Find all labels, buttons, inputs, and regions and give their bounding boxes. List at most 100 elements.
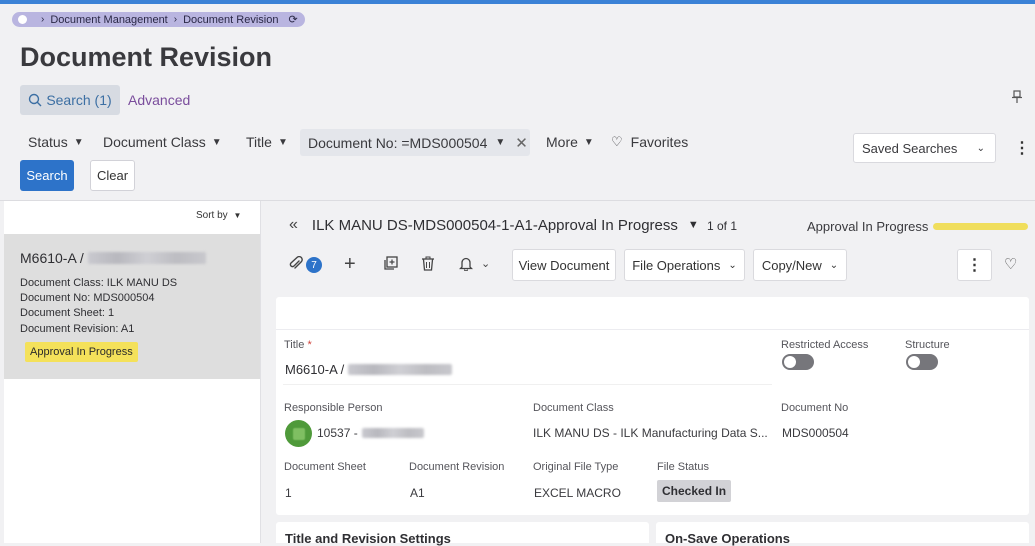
search-icon [29,93,42,107]
document-sheet-label: Document Sheet [284,461,366,473]
title-field-value: M6610-A / [285,361,345,377]
caret-down-icon: ▼ [73,136,84,148]
document-no-label: Document No [781,402,849,414]
original-file-type-value: EXCEL MACRO [534,486,621,500]
record-title: « ILK MANU DS-MDS000504-1-A1-Approval In… [289,216,699,234]
file-status-badge: Checked In [657,480,732,502]
redacted-text [361,428,424,438]
caret-down-icon: ▼ [211,136,222,148]
restricted-access-toggle[interactable] [782,354,814,370]
status-progress-bar [933,223,1028,230]
more-filter[interactable]: More ▼ [546,134,594,150]
chevron-down-icon: ⌄ [829,259,839,271]
caret-down-icon[interactable]: ▼ [688,219,699,231]
document-revision-label: Document Revision [409,461,505,473]
chevron-right-icon: › [41,14,45,25]
clear-button[interactable]: Clear [90,160,135,191]
search-tab-label: Search (1) [46,92,112,108]
heart-icon: ♡ [611,134,623,149]
caret-down-icon: ▼ [233,211,242,220]
title-field[interactable]: M6610-A / [283,354,772,385]
title-filter[interactable]: Title ▼ [246,134,288,150]
copy-new-label: Copy/New [761,257,822,273]
copy-new-button[interactable]: Copy/New ⌄ [753,249,847,281]
document-no-value: MDS000504 [782,426,849,440]
responsible-person-id: 10537 - [317,426,358,440]
document-class-value: ILK MANU DS - ILK Manufacturing Data S..… [533,426,768,440]
caret-down-icon: ▼ [583,136,594,148]
document-class-filter[interactable]: Document Class ▼ [103,134,222,150]
breadcrumb-item-document-management[interactable]: Document Management [50,14,167,26]
advanced-tab[interactable]: Advanced [128,92,190,108]
saved-searches-dropdown[interactable]: Saved Searches ⌄ [853,133,996,163]
divider [276,329,1029,330]
structure-toggle[interactable] [906,354,938,370]
status-badge: Approval In Progress [25,342,138,362]
more-vertical-icon[interactable]: ⋮ [1014,138,1030,158]
search-button[interactable]: Search [20,160,74,191]
breadcrumb-item-document-revision[interactable]: Document Revision [183,14,278,26]
pin-icon[interactable] [1012,90,1022,106]
panel-divider [260,201,261,543]
redacted-text [348,363,453,375]
file-operations-button[interactable]: File Operations ⌄ [624,249,745,281]
more-filter-label: More [546,134,578,150]
duplicate-icon[interactable] [383,256,398,276]
responsible-person-label: Responsible Person [284,402,383,414]
avatar[interactable] [285,420,312,447]
document-no-filter-chip[interactable]: Document No: =MDS000504 ▼ ✕ [300,129,530,156]
status-filter[interactable]: Status ▼ [28,134,84,150]
view-document-button[interactable]: View Document [512,249,616,281]
structure-label: Structure [905,339,950,351]
attachments-count-badge: 7 [306,257,322,273]
search-tab[interactable]: Search (1) [20,85,120,115]
restricted-access-label: Restricted Access [781,339,869,351]
redacted-text [87,252,206,264]
title-field-label: Title * [284,339,312,351]
title-revision-settings-section[interactable]: Title and Revision Settings [276,522,649,546]
list-item-document-sheet: Document Sheet: 1 [20,307,115,319]
favorites-label: Favorites [630,134,689,150]
plus-icon[interactable]: + [344,253,356,276]
paperclip-icon[interactable] [289,255,303,277]
list-item-document-no: Document No: MDS000504 [20,292,155,304]
sort-by-label: Sort by [196,210,228,221]
required-marker: * [307,339,312,351]
close-icon[interactable]: ✕ [515,134,528,152]
document-class-filter-label: Document Class [103,134,206,150]
file-status-label: File Status [657,461,709,473]
chevron-down-icon: ⌄ [481,258,491,270]
refresh-icon[interactable]: ⟳ [288,13,297,26]
list-item-document-class: Document Class: ILK MANU DS [20,277,178,289]
list-item-document-revision: Document Revision: A1 [20,323,135,335]
title-label-text: Title [284,339,305,351]
document-sheet-value: 1 [285,486,292,500]
collapse-panel-icon[interactable]: « [289,216,298,234]
list-item-title: M6610-A / [20,250,206,266]
status-filter-label: Status [28,134,68,150]
on-save-operations-section[interactable]: On-Save Operations [656,522,1029,546]
bell-icon[interactable]: ⌄ [459,256,490,271]
document-no-filter-label: Document No: =MDS000504 [308,134,488,151]
list-item-title-prefix: M6610-A / [20,250,84,266]
responsible-person-value[interactable]: 10537 - [317,426,424,440]
saved-searches-label: Saved Searches [862,140,958,156]
favorites-filter[interactable]: ♡ Favorites [611,134,688,150]
trash-icon[interactable] [421,256,435,276]
sort-by-dropdown[interactable]: Sort by ▼ [196,210,241,221]
caret-down-icon: ▼ [277,136,288,148]
document-class-label: Document Class [533,402,614,414]
heart-icon[interactable]: ♡ [1004,255,1017,273]
toggle-knob [784,356,796,368]
record-more-button[interactable]: ⋮ [957,249,992,281]
page-title: Document Revision [20,42,273,72]
file-operations-label: File Operations [632,257,721,273]
record-title-text: ILK MANU DS-MDS000504-1-A1-Approval In P… [311,216,678,234]
chevron-down-icon: ⌄ [976,142,985,154]
caret-down-icon[interactable]: ▼ [495,137,505,148]
original-file-type-label: Original File Type [533,461,619,473]
toggle-knob [908,356,920,368]
record-count: 1 of 1 [707,219,738,233]
home-icon[interactable] [18,15,27,24]
breadcrumb: › Document Management › Document Revisio… [12,12,305,27]
